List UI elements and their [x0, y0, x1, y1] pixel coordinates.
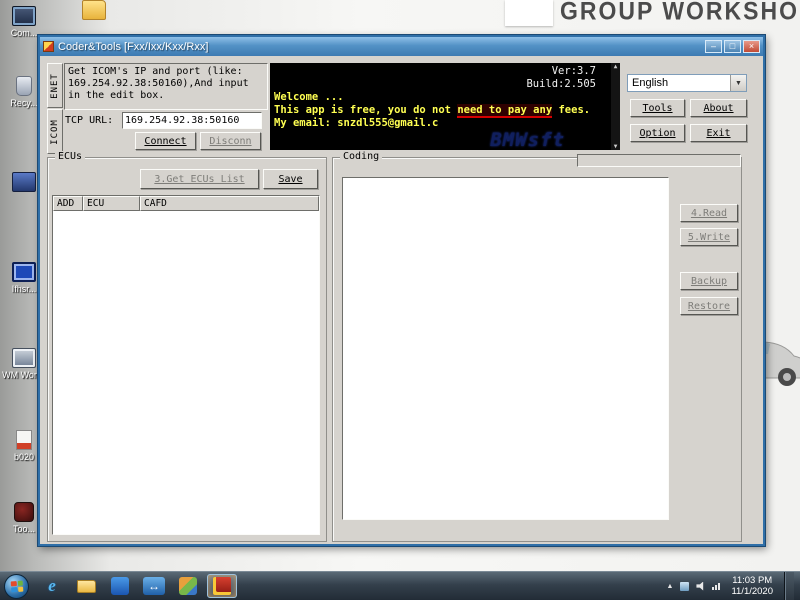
tray-clock[interactable]: 11:03 PM 11/1/2020: [727, 575, 777, 597]
disconnect-button[interactable]: Disconn: [200, 132, 261, 150]
taskbar-icon-sync[interactable]: ↔: [139, 574, 169, 598]
monitor-icon: [12, 262, 36, 282]
maximize-button[interactable]: □: [724, 40, 741, 53]
get-ecus-list-button[interactable]: 3.Get ECUs List: [140, 169, 259, 189]
tab-enet[interactable]: ENET: [47, 63, 63, 108]
restore-button[interactable]: Restore: [680, 297, 738, 315]
console-scrollbar[interactable]: ▲ ▼: [611, 63, 620, 150]
connect-button[interactable]: Connect: [135, 132, 196, 150]
console-line: This app is free, you do not need to pay…: [274, 104, 616, 117]
start-button[interactable]: [4, 574, 29, 599]
tab-icom[interactable]: ICOM: [47, 109, 63, 154]
tcp-url-label: TCP URL:: [65, 115, 113, 126]
wallpaper-title: GROUP WORKSHOP: [560, 0, 800, 26]
taskbar-icon-teamviewer[interactable]: [105, 574, 135, 598]
read-button[interactable]: 4.Read: [680, 204, 738, 222]
title-bar[interactable]: Coder&Tools [Fxx/Ixx/Kxx/Rxx] – □ ×: [40, 37, 763, 56]
minimize-button[interactable]: –: [705, 40, 722, 53]
console-line: Welcome ...: [274, 91, 616, 104]
language-select[interactable]: English ▼: [627, 74, 747, 92]
show-hidden-icons-button[interactable]: ▲: [667, 583, 674, 590]
clock-time: 11:03 PM: [731, 575, 773, 586]
desktop-icon-folder[interactable]: [72, 0, 116, 22]
console-line-part: This app is free, you do not: [274, 104, 457, 116]
window-title: Coder&Tools [Fxx/Ixx/Kxx/Rxx]: [58, 41, 703, 53]
ecus-group-title: ECUs: [55, 151, 85, 162]
backup-button[interactable]: Backup: [680, 272, 738, 290]
console-line-highlight: need to pay any: [457, 104, 552, 118]
ecu-list-header: ADD ECU CAFD: [53, 196, 319, 211]
column-header-ecu[interactable]: ECU: [83, 196, 140, 211]
tray-app-icon[interactable]: [680, 582, 689, 591]
scroll-up-icon[interactable]: ▲: [614, 63, 618, 70]
coding-status-field: [577, 154, 741, 167]
tools-button[interactable]: Tools: [630, 99, 685, 117]
app-icon: [12, 172, 36, 192]
taskbar-icon-internet-explorer[interactable]: e: [37, 574, 67, 598]
write-button[interactable]: 5.Write: [680, 228, 738, 246]
taskbar: e ↔ ▲ 11:03 PM 11/1/2020: [0, 571, 800, 600]
coder-tools-window: Coder&Tools [Fxx/Ixx/Kxx/Rxx] – □ × ENET…: [38, 35, 765, 546]
ecu-list[interactable]: ADD ECU CAFD: [52, 195, 320, 535]
taskbar-icon-codertools-active[interactable]: [207, 574, 237, 598]
document-icon: [16, 430, 32, 450]
computer-icon: [12, 6, 36, 26]
app-icon: [14, 502, 34, 522]
close-button[interactable]: ×: [743, 40, 760, 53]
app-icon: [12, 348, 36, 368]
ie-icon: e: [48, 576, 56, 596]
codertools-icon: [213, 577, 231, 595]
option-button[interactable]: Option: [630, 124, 685, 142]
clock-date: 11/1/2020: [731, 586, 773, 597]
column-header-add[interactable]: ADD: [53, 196, 83, 211]
console-log: Ver:3.7 Build:2.505 Welcome ... This app…: [270, 63, 620, 150]
save-button[interactable]: Save: [263, 169, 318, 189]
network-icon[interactable]: [712, 583, 720, 590]
system-tray: ▲ 11:03 PM 11/1/2020: [667, 572, 800, 600]
recycle-bin-icon: [16, 76, 32, 96]
coding-list[interactable]: [342, 177, 669, 520]
coding-group-title: Coding: [340, 151, 382, 162]
tab-label: ICOM: [50, 119, 60, 145]
folder-icon: [82, 0, 106, 20]
app-icon: [43, 41, 54, 52]
instruction-text: Get ICOM's IP and port (like: 169.254.92…: [64, 63, 268, 110]
desktop-icon-computer[interactable]: Com...: [2, 6, 46, 38]
console-line-part: fees.: [552, 104, 590, 116]
exit-button[interactable]: Exit: [690, 124, 747, 142]
tab-label: ENET: [50, 73, 60, 99]
paint-icon: [179, 577, 197, 595]
tcp-url-input[interactable]: [122, 112, 262, 129]
console-watermark: BMWsft: [490, 134, 565, 147]
teamviewer-icon: [111, 577, 129, 595]
console-build: Build:2.505: [274, 78, 616, 91]
show-desktop-button[interactable]: [784, 572, 794, 600]
volume-icon[interactable]: [696, 582, 705, 591]
chevron-down-icon[interactable]: ▼: [730, 75, 746, 91]
scroll-down-icon[interactable]: ▼: [614, 143, 618, 150]
taskbar-icon-explorer[interactable]: [71, 574, 101, 598]
column-header-cafd[interactable]: CAFD: [140, 196, 319, 211]
about-button[interactable]: About: [690, 99, 747, 117]
folder-icon: [77, 580, 96, 593]
language-value: English: [632, 77, 668, 89]
console-version: Ver:3.7: [274, 65, 616, 78]
windows-logo-icon: [10, 580, 23, 592]
taskbar-icon-designer[interactable]: [173, 574, 203, 598]
wallpaper-logo-box: [505, 0, 553, 26]
arrows-icon: ↔: [143, 577, 165, 595]
desktop: GROUP WORKSHOP Com... Recy... Ifhsr... W…: [0, 0, 800, 600]
